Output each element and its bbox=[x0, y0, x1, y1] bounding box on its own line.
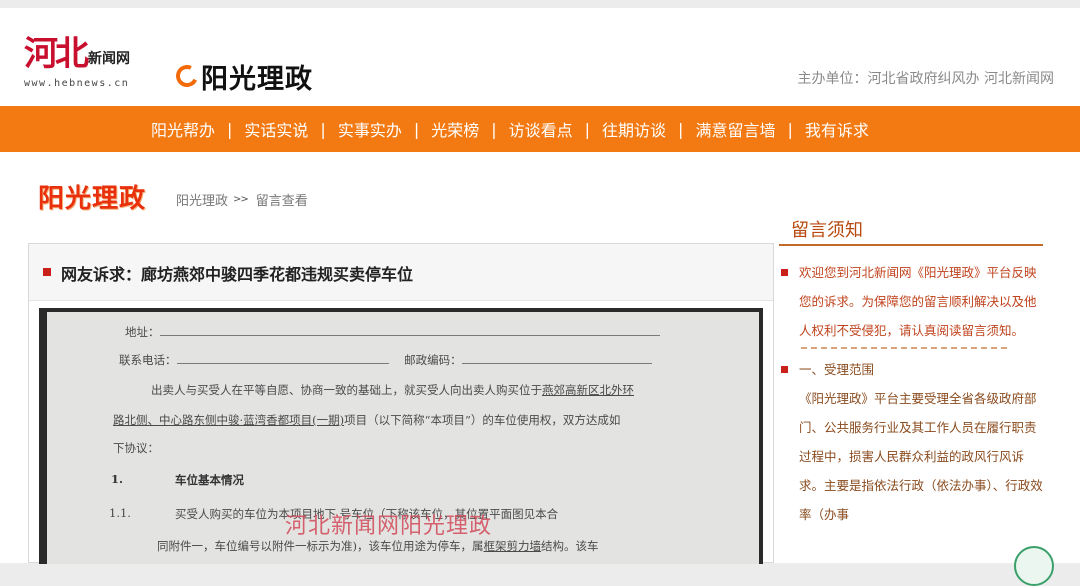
doc-subsection-number: 1.1. bbox=[109, 506, 131, 520]
floating-widget-button[interactable] bbox=[1014, 546, 1054, 586]
nav-link[interactable]: 满意留言墙 bbox=[692, 117, 778, 141]
main-nav: 阳光帮办 | 实话实说 | 实事实办 | 光荣榜 | 访谈看点 | 往期访谈 | 满意留言墙… bbox=[0, 106, 1080, 152]
nav-link[interactable]: 实话实说 bbox=[241, 117, 311, 141]
notice-header: 留言须知 bbox=[779, 212, 1043, 246]
nav-link[interactable]: 光荣榜 bbox=[428, 117, 482, 141]
sponsor-text: 主办单位：河北省政府纠风办 河北新闻网 bbox=[797, 71, 1054, 87]
message-title-bar: 网友诉求：廊坊燕郊中骏四季花都违规买卖停车位 bbox=[29, 244, 773, 301]
nav-link[interactable]: 访谈看点 bbox=[506, 117, 576, 141]
nav-link[interactable]: 往期访谈 bbox=[599, 117, 669, 141]
hebnews-logo[interactable]: 河北 新闻网 www.hebnews.cn bbox=[24, 34, 164, 94]
hebnews-logo-main: 河北 bbox=[24, 34, 89, 74]
nav-item-submit-request: 我有诉求 bbox=[802, 117, 872, 141]
hebnews-logo-sub: 新闻网 bbox=[88, 51, 130, 67]
breadcrumb-home-link[interactable]: 阳光理政 bbox=[176, 190, 228, 209]
nav-separator: | bbox=[491, 119, 497, 139]
notice-intro-text: 欢迎您到河北新闻网《阳光理政》平台反映您的诉求。为保障您的留言顺利解决以及他人权… bbox=[799, 265, 1037, 338]
square-bullet-icon bbox=[43, 268, 51, 276]
site-header: 河北 新闻网 www.hebnews.cn 阳光理政 主办单位：河北省政府纠风办… bbox=[0, 8, 1080, 106]
doc-line-para3: 下协议： bbox=[113, 441, 159, 455]
notice-intro: 欢迎您到河北新闻网《阳光理政》平台反映您的诉求。为保障您的留言顺利解决以及他人权… bbox=[779, 258, 1045, 345]
nav-separator: | bbox=[584, 119, 591, 139]
dashed-divider bbox=[801, 347, 1007, 349]
top-strip bbox=[0, 0, 1080, 8]
contract-document-image: 地址： 联系电话： 邮政编码： 出卖人与买受人在平等自愿、协商一致的基础上，就买… bbox=[47, 312, 759, 564]
message-title: 网友诉求：廊坊燕郊中骏四季花都违规买卖停车位 bbox=[61, 265, 414, 284]
section-logo: 阳光理政 bbox=[38, 184, 147, 214]
sun-ring-icon bbox=[172, 61, 202, 91]
doc-section-number: 1. bbox=[111, 472, 124, 486]
nav-item-honor: 光荣榜 | bbox=[428, 117, 505, 141]
notice-section-1-heading: 一、受理范围 bbox=[799, 362, 875, 377]
nav-link[interactable]: 阳光帮办 bbox=[148, 117, 218, 141]
doc-line-phone: 联系电话： 邮政编码： bbox=[119, 352, 652, 368]
square-bullet-icon bbox=[781, 366, 788, 373]
nav-separator: | bbox=[787, 119, 793, 139]
nav-item-help: 阳光帮办 | bbox=[148, 117, 241, 141]
notice-title: 留言须知 bbox=[791, 220, 863, 241]
watermark: 河北新闻网阳光理政 bbox=[285, 514, 493, 539]
nav-item-talk: 实话实说 | bbox=[241, 117, 334, 141]
notice-section-1: 一、受理范围 《阳光理政》平台主要受理全省各级政府部门、公共服务行业及其工作人员… bbox=[779, 355, 1045, 529]
message-panel: 网友诉求：廊坊燕郊中骏四季花都违规买卖停车位 地址： 联系电话： 邮政编码： 出… bbox=[28, 243, 774, 564]
sunshine-logo-text: 阳光理政 bbox=[201, 63, 313, 95]
breadcrumb-arrow-icon: >> bbox=[233, 194, 249, 205]
notice-list: 欢迎您到河北新闻网《阳光理政》平台反映您的诉求。为保障您的留言顺利解决以及他人权… bbox=[779, 258, 1045, 529]
nav-item-satisfaction-wall: 满意留言墙 | bbox=[692, 117, 801, 141]
nav-separator: | bbox=[678, 119, 684, 139]
nav-separator: | bbox=[227, 119, 233, 139]
doc-line-para1: 出卖人与买受人在平等自愿、协商一致的基础上，就买受人向出卖人购买位于燕郊高新区北… bbox=[151, 383, 634, 397]
nav-item-interview-highlights: 访谈看点 | bbox=[506, 117, 599, 141]
doc-subsection-text-2: 同附件一，车位编号以附件一标示为准)，该车位用途为停车，属框架剪力墙结构。该车 bbox=[157, 539, 599, 553]
attached-photo[interactable]: 地址： 联系电话： 邮政编码： 出卖人与买受人在平等自愿、协商一致的基础上，就买… bbox=[39, 308, 763, 564]
breadcrumb-current: 留言查看 bbox=[255, 194, 308, 209]
doc-line-address: 地址： bbox=[125, 324, 660, 340]
nav-item-practical: 实事实办 | bbox=[335, 117, 428, 141]
doc-section-title: 车位基本情况 bbox=[175, 473, 244, 487]
nav-separator: | bbox=[413, 119, 420, 139]
doc-line-para2: 路北侧、中心路东侧中骏·蓝湾香都项目(一期)项目（以下简称“本项目”）的车位使用… bbox=[113, 413, 621, 427]
sunshine-logo[interactable]: 阳光理政 bbox=[172, 58, 313, 95]
notice-section-1-body: 《阳光理政》平台主要受理全省各级政府部门、公共服务行业及其工作人员在履行职责过程… bbox=[799, 391, 1043, 522]
nav-item-past-interviews: 往期访谈 | bbox=[599, 117, 692, 141]
hebnews-logo-url: www.hebnews.cn bbox=[24, 78, 130, 89]
page: 河北 新闻网 www.hebnews.cn 阳光理政 主办单位：河北省政府纠风办… bbox=[0, 0, 1080, 586]
nav-link[interactable]: 实事实办 bbox=[335, 117, 405, 141]
nav-link[interactable]: 我有诉求 bbox=[802, 117, 872, 141]
square-bullet-icon bbox=[781, 269, 788, 276]
nav-separator: | bbox=[320, 119, 326, 139]
breadcrumb: 阳光理政 >> 留言查看 bbox=[176, 190, 308, 209]
